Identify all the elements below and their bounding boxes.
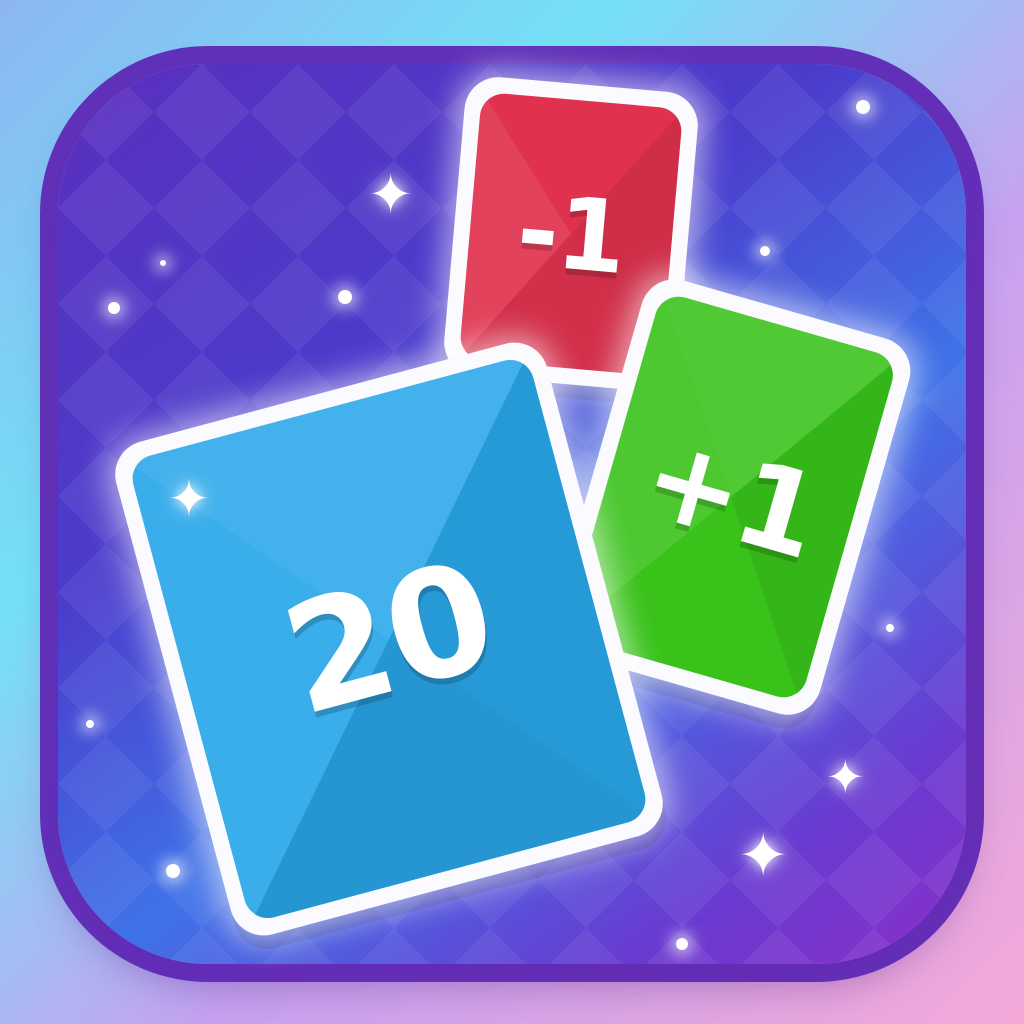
sparkle-icon: ✦ bbox=[168, 470, 210, 528]
sparkle-icon: ✦ bbox=[738, 821, 789, 891]
sparkle-icon: ✦ bbox=[826, 750, 865, 804]
glow-dot bbox=[108, 302, 120, 314]
glow-dot bbox=[166, 864, 180, 878]
card-value: -1 bbox=[512, 171, 630, 297]
glow-dot bbox=[676, 938, 688, 950]
glow-dot bbox=[886, 624, 894, 632]
glow-dot bbox=[160, 260, 166, 266]
glow-dot bbox=[760, 246, 770, 256]
sparkle-icon: ✦ bbox=[368, 163, 414, 226]
glow-dot bbox=[338, 290, 352, 304]
glow-dot bbox=[86, 720, 94, 728]
glow-dot bbox=[856, 100, 870, 114]
